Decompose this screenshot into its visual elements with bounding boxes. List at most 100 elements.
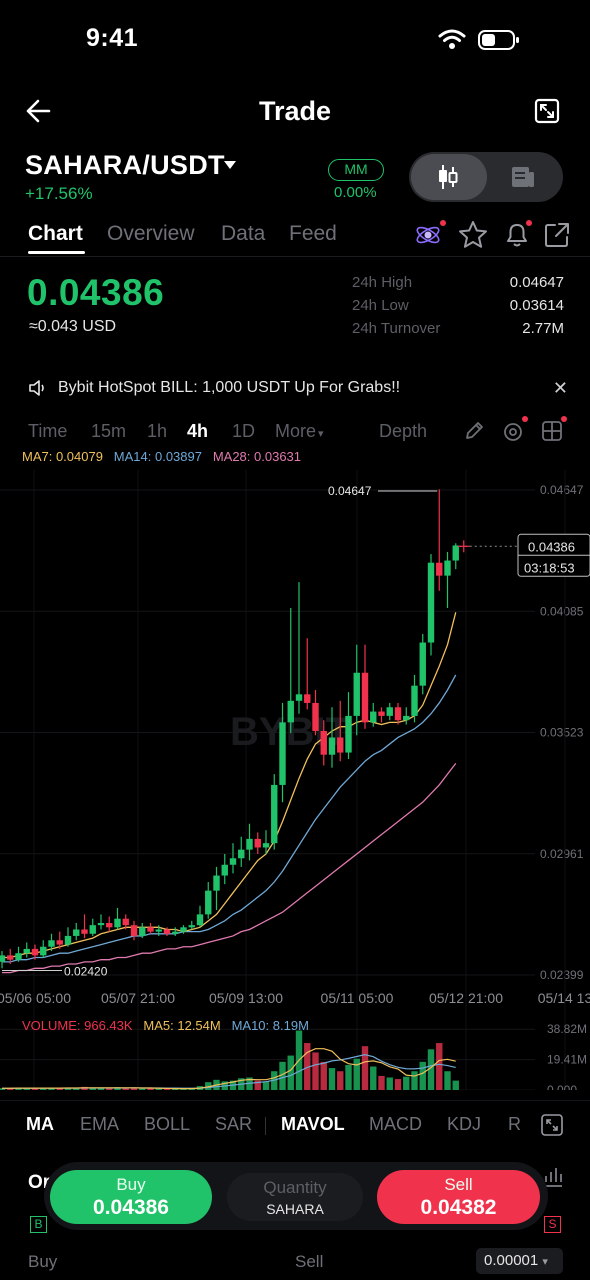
indicator-macd[interactable]: MACD [369, 1114, 422, 1135]
candle-up [279, 722, 286, 785]
favorite-star-icon[interactable] [458, 220, 488, 255]
status-bar: 9:41 [0, 0, 590, 80]
candle-up [419, 642, 426, 686]
tab-overview[interactable]: Overview [107, 222, 195, 246]
usd-value: ≈0.043 USD [29, 318, 117, 335]
last-price: 0.04386 [27, 272, 165, 313]
volume-bar [370, 1066, 377, 1090]
volume-bar [97, 1088, 105, 1090]
countdown-label: 03:18:53 [524, 560, 575, 575]
candle-up [328, 737, 336, 755]
expand-indicators-icon[interactable] [541, 1114, 563, 1141]
pair-symbol[interactable]: SAHARA/USDT [25, 150, 225, 181]
tab-chart[interactable]: Chart [28, 222, 83, 246]
candle-up [73, 929, 80, 936]
candlestick-chart[interactable]: 0.04647 0.04085 0.03523 0.02961 0.02399 05/06… [0, 470, 590, 1097]
indicator-kdj[interactable]: KDJ [447, 1114, 481, 1135]
chart-canvas[interactable]: 0.04647 0.04085 0.03523 0.02961 0.02399 05/06… [0, 470, 590, 1097]
ticker-stats: 24h High 0.04647 24h Low 0.03614 24h Tur… [352, 274, 564, 343]
x-tick-label: 05/06 05:00 [0, 990, 71, 1006]
volume-bar [436, 1043, 443, 1090]
layout-grid-icon[interactable] [541, 416, 567, 447]
share-icon[interactable] [542, 220, 572, 255]
indicator-ema[interactable]: EMA [80, 1114, 119, 1135]
volume-bar [337, 1071, 344, 1090]
volume-bar [353, 1058, 360, 1090]
interval-bar: Time 15m 1h 4h 1D More ▾ Depth [28, 416, 568, 447]
volume-legend: VOLUME: 966.43K MA5: 12.54M MA10: 8.19M [22, 1018, 309, 1033]
high-marker-label: 0.04647 [328, 484, 372, 498]
vol-ma10-label: MA10: 8.19M [231, 1018, 309, 1033]
candle-up [15, 953, 22, 960]
x-tick-label: 05/11 05:00 [321, 990, 394, 1006]
y-tick-label: 0.04085 [540, 604, 584, 618]
candle-up [40, 946, 47, 956]
volume-bar [419, 1061, 426, 1090]
x-tick-label: 05/09 13:00 [209, 990, 283, 1006]
depth-button[interactable]: Depth [379, 421, 427, 442]
candle-down [361, 672, 369, 723]
interval-1h[interactable]: 1h [147, 421, 167, 442]
ai-star-icon[interactable] [414, 220, 446, 255]
volume-bar [262, 1081, 270, 1090]
quantity-input[interactable]: Quantity SAHARA [227, 1173, 363, 1221]
indicator-ma[interactable]: MA [26, 1114, 54, 1135]
candle-down [106, 923, 113, 928]
candle-up [452, 545, 459, 561]
buy-button[interactable]: Buy 0.04386 [50, 1170, 212, 1224]
candle-up [48, 940, 55, 947]
vol-ma5-label: MA5: 12.54M [143, 1018, 221, 1033]
chart-view-toggle[interactable] [409, 152, 563, 202]
more-label: More [275, 421, 317, 441]
vol-tick-label: 38.82M [547, 1022, 587, 1036]
candle-down [130, 925, 138, 936]
alert-bell-icon[interactable] [502, 220, 532, 255]
candle-up [0, 955, 6, 962]
x-tick-label: 05/14 13 [538, 990, 590, 1006]
mm-value: 0.00% [334, 184, 377, 201]
candle-up [238, 849, 245, 859]
candle-up [262, 843, 270, 848]
interval-4h[interactable]: 4h [187, 421, 208, 442]
pencil-icon[interactable] [463, 420, 485, 447]
candle-up [411, 685, 418, 716]
candle-down [312, 702, 319, 731]
indicator-rsi[interactable]: R [508, 1114, 521, 1135]
indicator-settings-icon[interactable] [502, 416, 528, 449]
tab-data[interactable]: Data [221, 222, 265, 246]
candle-down [337, 737, 344, 753]
sell-button[interactable]: Sell 0.04382 [377, 1170, 540, 1224]
candle-down [122, 918, 129, 926]
quantity-placeholder: Quantity [263, 1178, 327, 1197]
fullscreen-icon[interactable] [534, 98, 560, 129]
interval-time[interactable]: Time [28, 421, 67, 442]
candle-up [172, 931, 179, 934]
volume-bar [345, 1064, 352, 1090]
indicator-boll[interactable]: BOLL [144, 1114, 190, 1135]
interval-more[interactable]: More ▾ [275, 421, 324, 442]
tab-feed[interactable]: Feed [289, 222, 337, 246]
precision-select[interactable]: 0.00001 ▾ [476, 1248, 563, 1274]
indicator-mavol[interactable]: MAVOL [281, 1114, 345, 1135]
interval-1d[interactable]: 1D [232, 421, 255, 442]
close-icon[interactable]: ✕ [553, 378, 568, 399]
buy-label: Buy [116, 1175, 146, 1194]
mm-badge[interactable]: MM [328, 159, 384, 181]
indicator-sar[interactable]: SAR [215, 1114, 252, 1135]
stat-24h-high: 24h High 0.04647 [352, 274, 564, 297]
interval-15m[interactable]: 15m [91, 421, 126, 442]
caret-down-icon[interactable] [223, 158, 237, 176]
announcement-banner[interactable]: Bybit HotSpot BILL: 1,000 USDT Up For Gr… [28, 378, 568, 400]
speaker-icon [28, 379, 48, 402]
vol-tick-label: 0.000 [547, 1083, 577, 1090]
ma14-label: MA14: 0.03897 [113, 449, 202, 464]
stat-24h-low: 24h Low 0.03614 [352, 297, 564, 320]
pair-change: +17.56% [25, 184, 93, 203]
low-marker-label: 0.02420 [64, 964, 108, 978]
candle-down [31, 948, 39, 956]
candle-down [254, 838, 261, 848]
announcement-text[interactable]: Bybit HotSpot BILL: 1,000 USDT Up For Gr… [58, 379, 400, 397]
stat-value: 0.03614 [509, 297, 564, 314]
sell-price: 0.04382 [420, 1196, 497, 1219]
document-icon [511, 166, 535, 193]
